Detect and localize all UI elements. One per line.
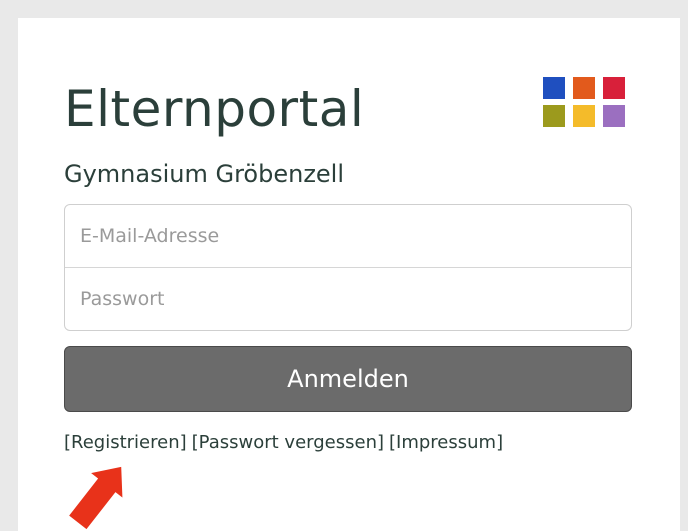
login-button[interactable]: Anmelden — [64, 346, 632, 412]
logo-square-blue — [543, 77, 565, 99]
login-form — [64, 204, 632, 331]
logo-square-olive — [543, 105, 565, 127]
color-grid-logo-icon — [543, 77, 625, 127]
school-name: Gymnasium Gröbenzell — [64, 160, 345, 188]
forgot-password-link[interactable]: [Passwort vergessen] — [192, 432, 384, 453]
logo-square-purple — [603, 105, 625, 127]
logo-square-yellow — [573, 105, 595, 127]
red-arrow-icon — [66, 464, 125, 531]
email-field[interactable] — [65, 205, 631, 267]
imprint-link[interactable]: [Impressum] — [389, 432, 503, 453]
logo-square-orange — [573, 77, 595, 99]
page-title: Elternportal — [64, 80, 365, 138]
logo-square-red — [603, 77, 625, 99]
password-field[interactable] — [65, 268, 631, 330]
